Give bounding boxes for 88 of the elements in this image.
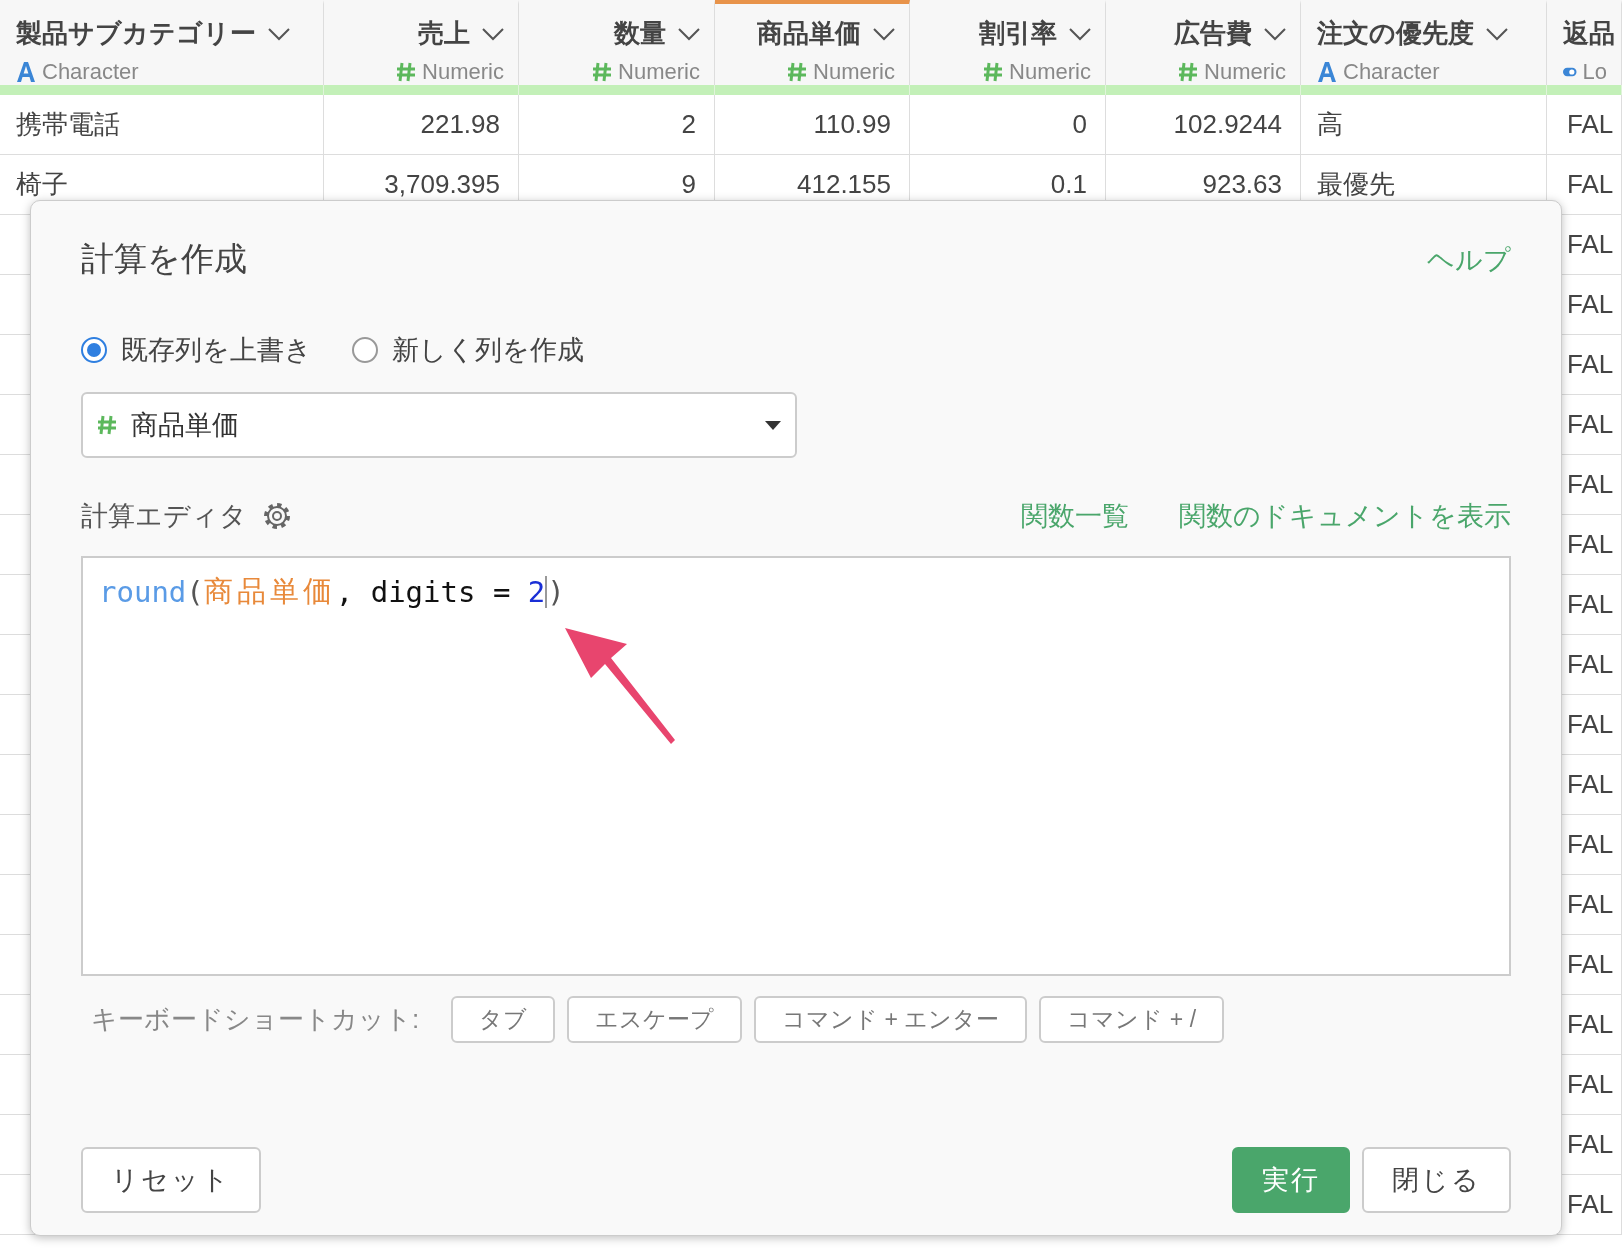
table-cell: 9 xyxy=(681,169,696,200)
code-token: 2 xyxy=(527,575,546,609)
table-cell: 412.155 xyxy=(797,169,891,200)
hash-icon xyxy=(1178,62,1199,82)
chevron-down-icon[interactable] xyxy=(1069,26,1091,41)
shortcuts-label: キーボードショートカット: xyxy=(91,1003,420,1036)
table-cell-text: 椅子 xyxy=(16,168,68,201)
column-select[interactable]: 商品単価 xyxy=(81,392,797,458)
code-token: 商品単価 xyxy=(203,573,336,610)
table-cell: FAL xyxy=(1567,109,1614,140)
table-cell: FAL xyxy=(1567,589,1614,620)
column-name: 注文の優先度 xyxy=(1317,17,1474,50)
column-name: 商品単価 xyxy=(757,17,861,50)
hash-icon xyxy=(592,62,613,82)
chevron-down-icon[interactable] xyxy=(482,26,504,41)
table-cell: 110.99 xyxy=(813,109,891,140)
table-cell: 0 xyxy=(1072,109,1087,140)
dialog-button[interactable]: 閉じる xyxy=(1362,1147,1511,1213)
shortcut-key[interactable]: タブ xyxy=(451,996,556,1043)
column-name: 割引率 xyxy=(979,17,1057,50)
column-name: 製品サブカテゴリー xyxy=(16,17,256,50)
table-cell: FAL xyxy=(1567,169,1614,200)
hash-icon xyxy=(983,62,1004,82)
table-cell: FAL xyxy=(1567,649,1614,680)
text-cursor xyxy=(545,576,548,608)
table-cell: 923.63 xyxy=(1202,169,1282,200)
code-token: ) xyxy=(547,575,565,609)
table-cell: FAL xyxy=(1567,529,1614,560)
column-type: Lo xyxy=(1582,59,1607,85)
table-cell: FAL xyxy=(1567,289,1614,320)
column-type: Numeric xyxy=(618,59,700,85)
code-token: ( xyxy=(186,575,204,609)
column-name: 売上 xyxy=(418,17,470,50)
chevron-down-icon[interactable] xyxy=(1486,26,1508,41)
column-type: Character xyxy=(1343,59,1440,85)
column-name: 返品 xyxy=(1563,17,1615,50)
table-cell: FAL xyxy=(1567,229,1614,260)
table-cell: FAL xyxy=(1567,829,1614,860)
shortcut-key[interactable]: エスケープ xyxy=(567,996,743,1043)
table-cell: FAL xyxy=(1567,769,1614,800)
table-cell: 3,709.395 xyxy=(384,169,500,200)
table-cell: FAL xyxy=(1567,709,1614,740)
table-cell: FAL xyxy=(1567,1069,1614,1100)
column-type: Numeric xyxy=(813,59,895,85)
column-type: Numeric xyxy=(1009,59,1091,85)
table-cell: FAL xyxy=(1567,349,1614,380)
table-cell: FAL xyxy=(1567,1009,1614,1040)
table-cell-text: 高 xyxy=(1317,108,1343,141)
column-name: 広告費 xyxy=(1174,17,1252,50)
dialog-title: 計算を作成 xyxy=(81,239,247,279)
table-cell: FAL xyxy=(1567,1129,1614,1160)
radio-icon[interactable] xyxy=(81,337,107,363)
radio-icon[interactable] xyxy=(352,337,378,363)
character-type-icon xyxy=(1317,62,1337,82)
radio-option[interactable]: 新しく列を作成 xyxy=(352,332,584,368)
settings-icon[interactable] xyxy=(263,502,291,530)
table-cell-text: 携帯電話 xyxy=(16,108,120,141)
radio-option[interactable]: 既存列を上書き xyxy=(81,332,312,368)
table-cell: FAL xyxy=(1567,469,1614,500)
chevron-down-icon[interactable] xyxy=(1264,26,1286,41)
code-token: round xyxy=(99,575,187,609)
table-cell: FAL xyxy=(1567,409,1614,440)
shortcut-key[interactable]: コマンド + エンター xyxy=(754,996,1028,1043)
dialog-button[interactable]: リセット xyxy=(81,1147,261,1213)
character-type-icon xyxy=(16,62,36,82)
code-token: , digits = xyxy=(335,575,512,609)
chevron-down-icon[interactable] xyxy=(873,26,895,41)
editor-label: 計算エディタ xyxy=(81,500,247,533)
table-cell: 0.1 xyxy=(1050,169,1087,200)
column-type: Numeric xyxy=(422,59,504,85)
code-editor[interactable]: round(商品単価, digits = 2) xyxy=(81,556,1511,976)
column-type: Character xyxy=(42,59,139,85)
hash-icon xyxy=(396,62,417,82)
shortcut-key[interactable]: コマンド + / xyxy=(1039,996,1225,1043)
table-cell: 221.98 xyxy=(420,109,500,140)
hash-icon xyxy=(787,62,808,82)
table-cell: FAL xyxy=(1567,1189,1614,1220)
table-cell: 102.9244 xyxy=(1173,109,1282,140)
hash-icon xyxy=(97,415,117,435)
column-name: 数量 xyxy=(614,17,666,50)
chevron-down-icon[interactable] xyxy=(268,26,290,41)
table-cell: 2 xyxy=(681,109,696,140)
dropdown-caret-icon xyxy=(765,420,781,430)
table-cell: FAL xyxy=(1567,949,1614,980)
table-cell: FAL xyxy=(1567,889,1614,920)
column-type: Numeric xyxy=(1204,59,1286,85)
table-cell-text: 最優先 xyxy=(1317,168,1395,201)
chevron-down-icon[interactable] xyxy=(678,26,700,41)
